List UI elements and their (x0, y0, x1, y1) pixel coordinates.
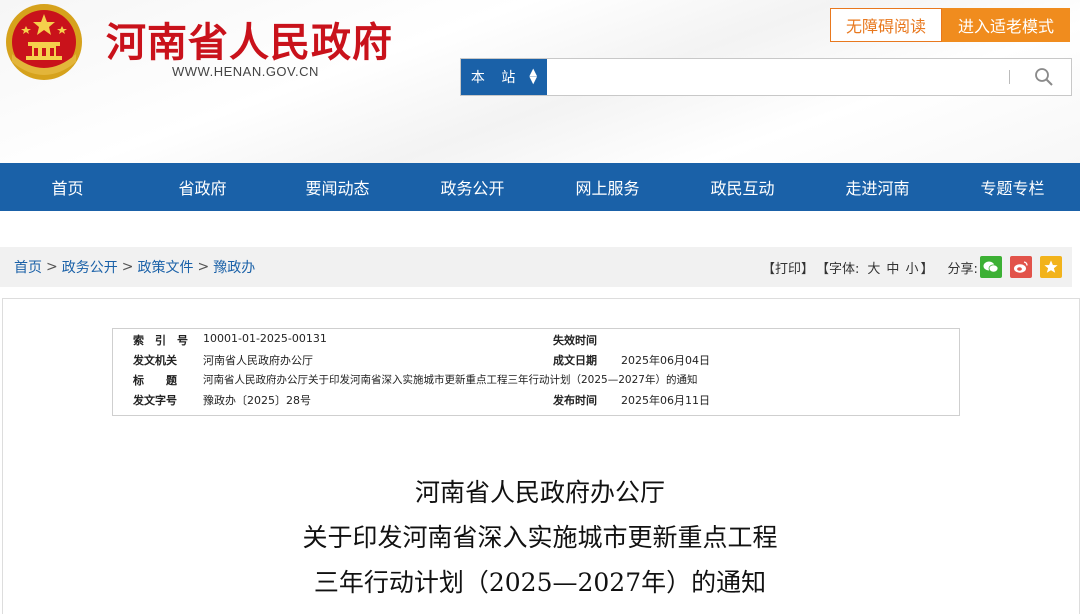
accessibility-reading-button[interactable]: 无障碍阅读 (830, 8, 942, 42)
info-row: 发文机关 河南省人民政府办公厅 成文日期 2025年06月04日 (113, 352, 959, 372)
index-number-value: 10001-01-2025-00131 (203, 332, 327, 345)
site-title[interactable]: 河南省人民政府 (106, 10, 393, 68)
index-number-label: 索 引 号 (133, 334, 188, 347)
info-row: 发文字号 豫政办〔2025〕28号 发布时间 2025年06月11日 (113, 392, 959, 412)
font-size-prefix: 【字体: (816, 261, 860, 277)
breadcrumb-government-affairs[interactable]: 政务公开 (62, 257, 118, 277)
article-tools: 【打印】 【字体: 大 中 小 】 分享: (762, 247, 1070, 287)
search-scope-select[interactable]: 本 站 ▲ ▼ (461, 59, 547, 95)
nav-item-public-interaction[interactable]: 政民互动 (675, 163, 810, 211)
site-url[interactable]: WWW.HENAN.GOV.CN (172, 64, 319, 79)
search-scope-label: 本 站 (470, 70, 522, 86)
wechat-share-icon[interactable] (979, 256, 1002, 278)
created-date-value: 2025年06月04日 (621, 354, 710, 367)
created-date-label: 成文日期 (553, 354, 597, 367)
issuer-value: 河南省人民政府办公厅 (203, 354, 313, 367)
document-title-line: 关于印发河南省深入实施城市更新重点工程 (302, 523, 778, 552)
weibo-share-icon[interactable] (1009, 256, 1032, 278)
search-divider (1009, 70, 1010, 84)
national-emblem-icon (6, 4, 82, 80)
site-header: 河南省人民政府 WWW.HENAN.GOV.CN 无障碍阅读 进入适老模式 本 … (0, 0, 1080, 163)
favorite-star-icon[interactable] (1039, 256, 1062, 278)
font-medium-link[interactable]: 中 (886, 258, 899, 277)
main-nav: 首页 省政府 要闻动态 政务公开 网上服务 政民互动 走进河南 专题专栏 (0, 163, 1080, 211)
document-title: 河南省人民政府办公厅 关于印发河南省深入实施城市更新重点工程 三年行动计划（20… (0, 470, 1080, 605)
font-small-link[interactable]: 小 (905, 258, 918, 277)
breadcrumb-yuzhengban[interactable]: 豫政办 (213, 257, 255, 277)
nav-item-about-henan[interactable]: 走进河南 (810, 163, 945, 211)
breadcrumb: 首页 > 政务公开 > 政策文件 > 豫政办 (14, 247, 255, 287)
breadcrumb-policy-documents[interactable]: 政策文件 (137, 257, 193, 277)
document-title-line: 河南省人民政府办公厅 (414, 478, 665, 507)
elder-mode-button[interactable]: 进入适老模式 (942, 8, 1070, 42)
nav-item-provincial-government[interactable]: 省政府 (135, 163, 270, 211)
search-icon[interactable] (1034, 67, 1054, 87)
search-bar: 本 站 ▲ ▼ (460, 58, 1072, 97)
info-row: 标 题 河南省人民政府办公厅关于印发河南省深入实施城市更新重点工程三年行动计划（… (113, 372, 959, 392)
nav-item-news[interactable]: 要闻动态 (270, 163, 405, 211)
issuer-label: 发文机关 (133, 354, 177, 367)
breadcrumb-home[interactable]: 首页 (14, 257, 42, 277)
info-row: 索 引 号 10001-01-2025-00131 失效时间 (113, 332, 959, 352)
document-number-label: 发文字号 (133, 394, 177, 407)
breadcrumb-bar: 首页 > 政务公开 > 政策文件 > 豫政办 【打印】 【字体: 大 中 小 】… (0, 247, 1072, 287)
published-date-label: 发布时间 (553, 394, 597, 407)
nav-item-online-services[interactable]: 网上服务 (540, 163, 675, 211)
print-link[interactable]: 【打印】 (762, 258, 814, 277)
font-large-link[interactable]: 大 (867, 258, 880, 277)
document-number-value: 豫政办〔2025〕28号 (203, 394, 311, 407)
nav-item-home[interactable]: 首页 (0, 163, 135, 211)
published-date-value: 2025年06月11日 (621, 394, 710, 407)
share-label: 分享: (947, 261, 978, 277)
document-title-line: 三年行动计划（2025—2027年）的通知 (313, 568, 767, 597)
breadcrumb-separator: > (197, 259, 210, 275)
breadcrumb-separator: > (121, 259, 134, 275)
nav-item-special-topics[interactable]: 专题专栏 (945, 163, 1080, 211)
expire-time-label: 失效时间 (553, 334, 597, 347)
breadcrumb-separator: > (46, 259, 58, 275)
font-size-suffix: 】 (920, 261, 934, 277)
nav-item-government-affairs[interactable]: 政务公开 (405, 163, 540, 211)
search-input[interactable] (551, 59, 1005, 97)
title-label: 标 题 (133, 374, 177, 387)
document-info-table: 索 引 号 10001-01-2025-00131 失效时间 发文机关 河南省人… (112, 328, 960, 416)
sort-arrows-icon: ▲ ▼ (529, 67, 538, 86)
title-value: 河南省人民政府办公厅关于印发河南省深入实施城市更新重点工程三年行动计划（2025… (203, 374, 698, 386)
